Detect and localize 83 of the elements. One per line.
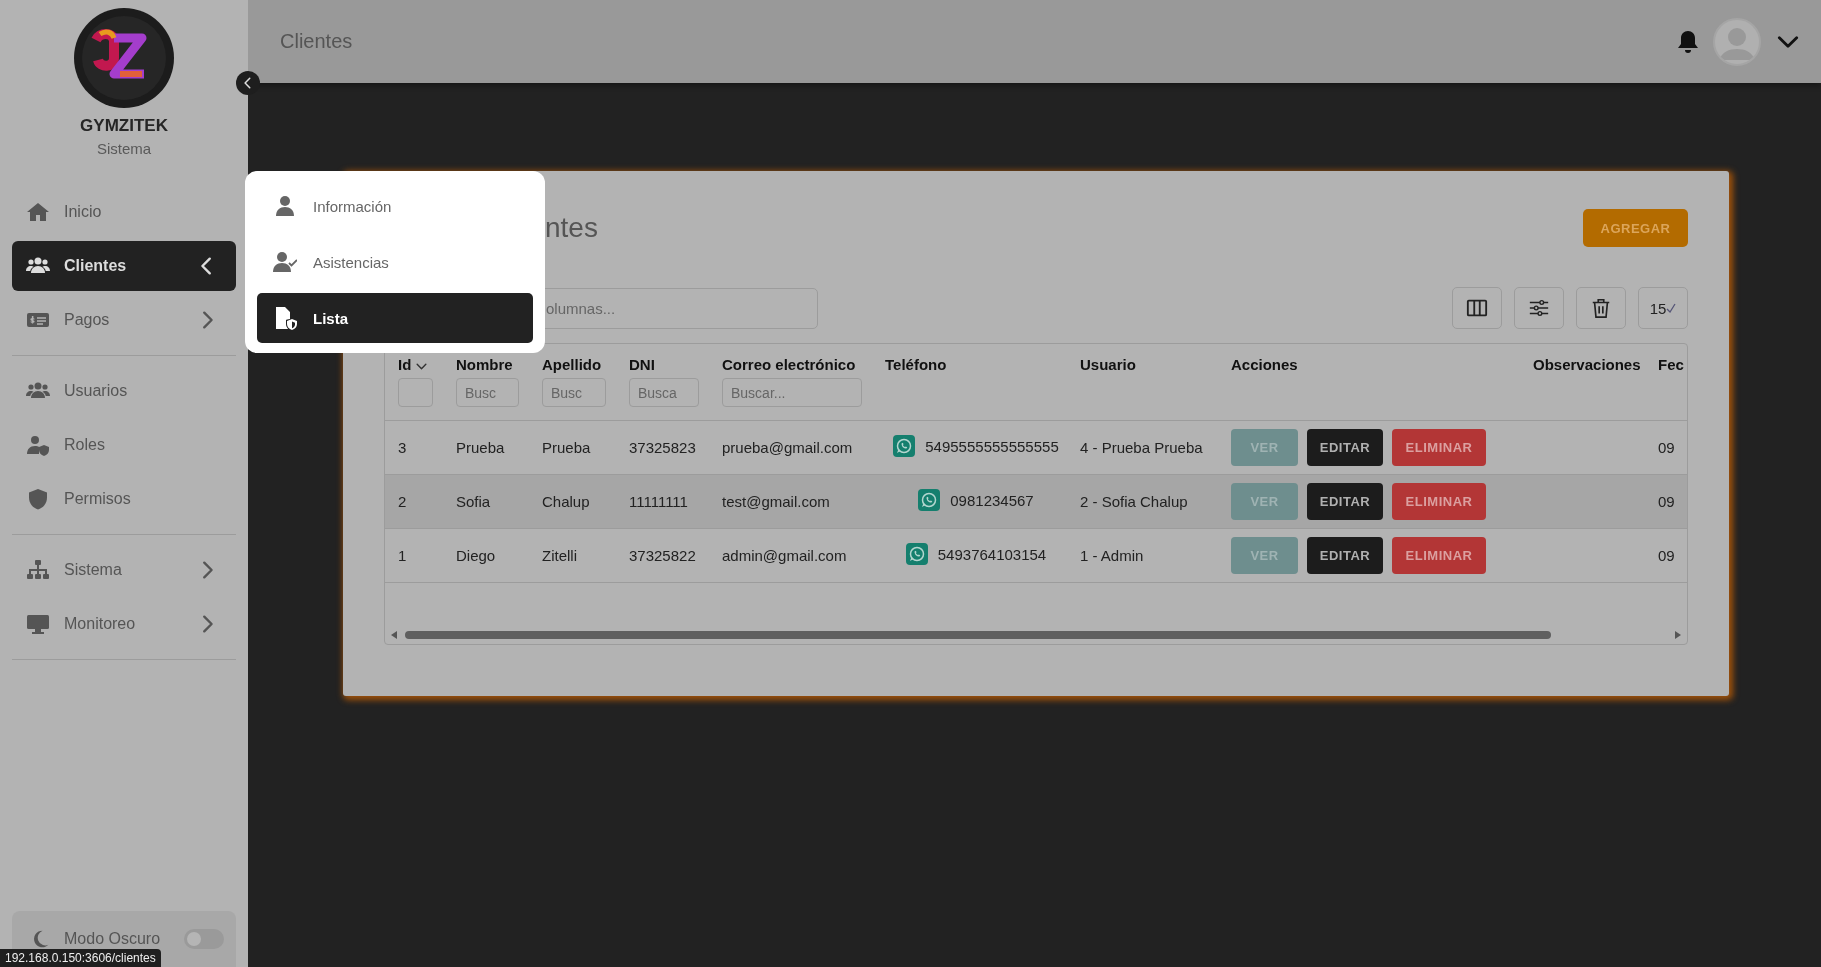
user-shield-icon [26, 433, 50, 457]
table-cell: 2 [398, 493, 407, 510]
table-cell: 37325822 [629, 547, 696, 564]
column-header[interactable]: Teléfono [885, 356, 947, 373]
card-title: ntes [545, 212, 598, 244]
sidebar-item[interactable]: Usuarios [12, 366, 236, 416]
table-cell: admin@gmail.com [722, 547, 847, 564]
columns-icon [1466, 297, 1488, 319]
table-cell: 5493764103154 [937, 545, 1047, 563]
dark-mode-toggle[interactable] [184, 929, 224, 949]
column-header[interactable]: Apellido [542, 356, 602, 373]
table-cell: Chalup [542, 493, 590, 510]
sidebar-item[interactable]: Pagos [12, 295, 236, 345]
scroll-right-icon [1675, 631, 1681, 639]
user-check-icon [273, 250, 297, 274]
table-cell: 09 [1658, 439, 1675, 456]
bell-icon [1677, 29, 1699, 54]
sidebar-item[interactable]: Clientes [12, 241, 236, 291]
sidebar-item[interactable]: Monitoreo [12, 599, 236, 649]
sidebar-item[interactable]: Roles [12, 420, 236, 470]
table-cell: Sofia [456, 493, 491, 510]
column-header[interactable]: Nombre [456, 356, 513, 373]
status-url: 192.168.0.150:3606/clientes [5, 951, 156, 965]
sidebar-item[interactable]: Permisos [12, 474, 236, 524]
file-shield-icon [273, 306, 297, 330]
filter-field[interactable]: Busc [456, 378, 519, 407]
submenu-item[interactable]: Asistencias [257, 237, 533, 287]
brand-name: GYMZITEK [80, 116, 168, 136]
whatsapp-icon [893, 435, 916, 457]
brand-subtitle: Sistema [96, 140, 152, 157]
dark-mode-label: Modo Oscuro [64, 930, 162, 948]
edit-button[interactable]: EDITAR [1307, 429, 1383, 466]
home-icon [26, 200, 50, 224]
filter-button[interactable] [1514, 287, 1564, 329]
table-cell: 5495555555555555 [925, 437, 1059, 455]
table-cell: 3 [398, 439, 407, 456]
column-header[interactable]: DNI [629, 356, 655, 373]
table-cell: prueba@gmail.com [722, 439, 853, 456]
table-cell: Zitelli [542, 547, 577, 564]
scroll-left-icon [391, 631, 397, 639]
sidebar-item[interactable]: Inicio [12, 187, 236, 237]
table-cell: 37325823 [629, 439, 696, 456]
column-header[interactable]: Id [398, 356, 429, 373]
trash-icon [1590, 297, 1612, 319]
column-header[interactable]: Correo electrónico [722, 356, 856, 373]
column-header[interactable]: Observaciones [1533, 356, 1641, 373]
column-header[interactable]: Acciones [1231, 356, 1298, 373]
collapse-button[interactable] [236, 71, 260, 95]
sidebar-item[interactable]: Sistema [12, 545, 236, 595]
submenu-item[interactable]: Información [257, 181, 533, 231]
filter-field[interactable]: Busc [542, 378, 606, 407]
table-cell: Prueba [542, 439, 591, 456]
sliders-icon [1528, 297, 1550, 319]
table-cell: test@gmail.com [722, 493, 830, 510]
logo-icon [74, 8, 174, 108]
column-header[interactable]: Usuario [1080, 356, 1136, 373]
whatsapp-icon [918, 489, 941, 511]
table-cell: 09 [1658, 493, 1675, 510]
filter-field[interactable]: Busca [629, 378, 699, 407]
shield-icon [26, 487, 50, 511]
table-cell: Prueba [456, 439, 505, 456]
check-icon [1666, 303, 1677, 313]
table-cell: 1 - Admin [1080, 547, 1144, 564]
edit-button[interactable]: EDITAR [1307, 537, 1383, 574]
table-cell: 09 [1658, 547, 1675, 564]
page-size-select[interactable]: 15 [1638, 287, 1688, 329]
table-cell: 0981234567 [950, 491, 1034, 509]
page-title: Clientes [280, 30, 354, 53]
table-cell: 11111111 [629, 493, 688, 510]
user-icon [273, 194, 297, 218]
column-header[interactable]: Fec [1658, 356, 1684, 373]
filter-field[interactable]: Buscar... [722, 378, 862, 407]
submenu-item[interactable]: Lista [257, 293, 533, 343]
edit-button[interactable]: EDITAR [1307, 483, 1383, 520]
table-cell: 4 - Prueba Prueba [1080, 439, 1203, 456]
table-cell: 1 [398, 547, 407, 564]
whatsapp-icon [905, 543, 928, 565]
monitor-icon [26, 612, 50, 636]
table-cell: Diego [456, 547, 496, 564]
table-cell: 2 - Sofia Chalup [1080, 493, 1188, 510]
columns-button[interactable] [1452, 287, 1502, 329]
sitemap-icon [26, 558, 50, 582]
delete-button[interactable] [1576, 287, 1626, 329]
